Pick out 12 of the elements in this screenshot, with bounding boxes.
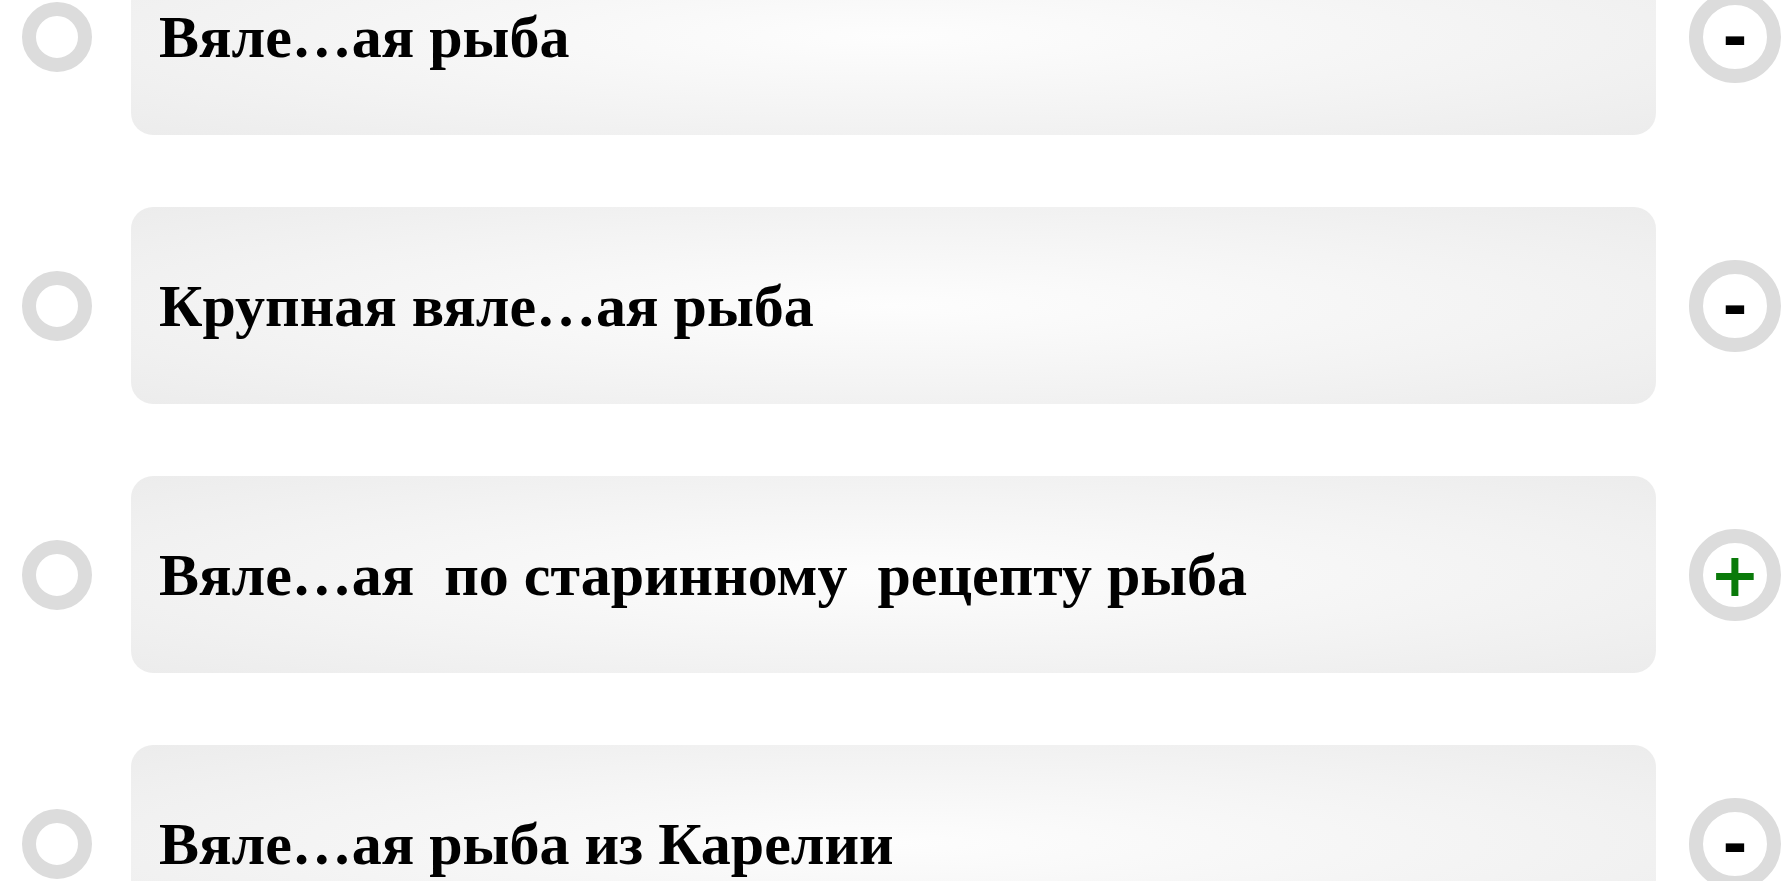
result-mark: + (1689, 528, 1781, 621)
result-mark: - (1689, 0, 1781, 83)
option-text: Вяле…ая по старинному рецепту рыба (159, 541, 1248, 608)
option-text: Вяле…ая рыба из Карелии (159, 810, 894, 877)
answer-option[interactable]: Вяле…ая рыба из Карелии (131, 745, 1656, 881)
result-mark: - (1689, 797, 1781, 881)
answer-option[interactable]: Вяле…ая по старинному рецепту рыба (131, 476, 1656, 673)
option-text: Вяле…ая рыба (159, 3, 570, 70)
result-mark: - (1689, 259, 1781, 352)
option-text: Крупная вяле…ая рыба (159, 272, 814, 339)
answer-option[interactable]: Вяле…ая рыба (131, 0, 1656, 135)
answer-option[interactable]: Крупная вяле…ая рыба (131, 207, 1656, 404)
